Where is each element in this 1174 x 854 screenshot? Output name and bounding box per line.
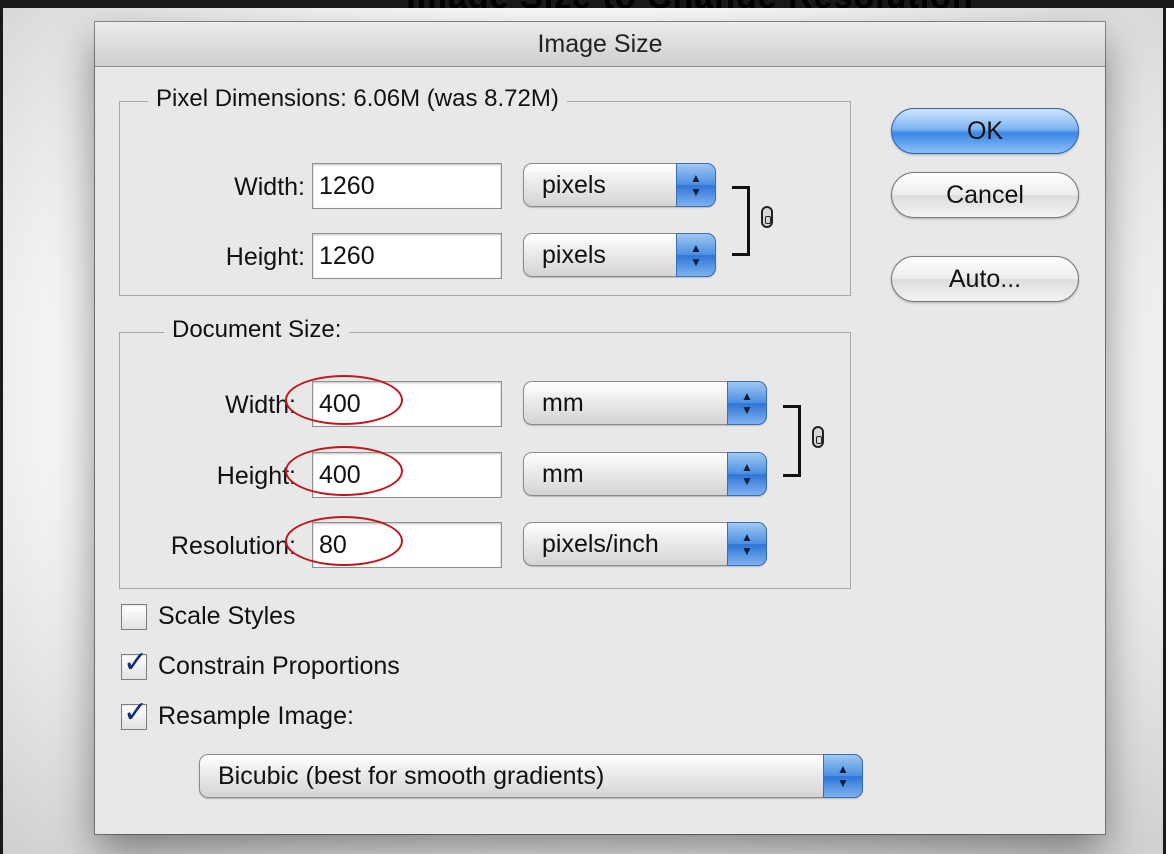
- popup-arrows-icon: ▲ ▼: [823, 754, 863, 798]
- document-link-bracket: [783, 405, 801, 477]
- popup-arrows-icon: ▲ ▼: [727, 522, 767, 566]
- scale-styles-checkbox[interactable]: [121, 604, 147, 630]
- pixel-height-unit-select[interactable]: pixels ▲ ▼: [523, 233, 716, 277]
- link-icon: [761, 206, 773, 228]
- pixel-width-label: Width:: [234, 173, 305, 201]
- document-resolution-unit-select[interactable]: pixels/inch ▲ ▼: [523, 522, 767, 566]
- document-size-legend: Document Size:: [164, 316, 350, 344]
- document-width-label: Width:: [225, 391, 296, 419]
- document-height-unit-select[interactable]: mm ▲ ▼: [523, 452, 767, 496]
- document-resolution-label: Resolution:: [170, 532, 296, 560]
- annotation-ellipse-width: [285, 375, 403, 425]
- checkmark-icon: ✓: [123, 646, 149, 679]
- document-width-unit-value: mm: [542, 389, 584, 417]
- popup-arrows-icon: ▲ ▼: [676, 163, 716, 207]
- document-size-group: Document Size: Width: 400 mm ▲ ▼ Height: …: [119, 316, 851, 589]
- pixel-height-unit-value: pixels: [542, 241, 606, 269]
- pixel-link-bracket: [732, 186, 750, 256]
- resample-method-value: Bicubic (best for smooth gradients): [218, 762, 605, 790]
- popup-arrows-icon: ▲ ▼: [727, 452, 767, 496]
- document-height-label: Height:: [216, 462, 296, 490]
- pixel-width-input[interactable]: 1260: [312, 163, 502, 209]
- cancel-button[interactable]: Cancel: [891, 172, 1079, 218]
- pixel-width-unit-select[interactable]: pixels ▲ ▼: [523, 163, 716, 207]
- pixel-height-label: Height:: [225, 243, 305, 271]
- resample-method-select[interactable]: Bicubic (best for smooth gradients) ▲ ▼: [199, 754, 863, 798]
- resample-image-checkbox[interactable]: ✓: [121, 696, 148, 730]
- popup-arrows-icon: ▲ ▼: [727, 381, 767, 425]
- screenshot-frame: Image Size Pixel Dimensions: 6.06M (was …: [0, 8, 1166, 854]
- image-size-dialog: Image Size Pixel Dimensions: 6.06M (was …: [95, 22, 1105, 834]
- dialog-title: Image Size: [95, 22, 1105, 67]
- checkmark-icon: ✓: [123, 696, 149, 729]
- popup-arrows-icon: ▲ ▼: [676, 233, 716, 277]
- pixel-dimensions-legend: Pixel Dimensions: 6.06M (was 8.72M): [148, 85, 567, 113]
- link-icon: [812, 426, 824, 448]
- document-width-unit-select[interactable]: mm ▲ ▼: [523, 381, 767, 425]
- annotation-ellipse-resolution: [285, 516, 403, 566]
- ok-button[interactable]: OK: [891, 108, 1079, 154]
- constrain-proportions-label[interactable]: Constrain Proportions: [158, 652, 400, 681]
- constrain-proportions-checkbox[interactable]: ✓: [121, 646, 148, 680]
- annotation-ellipse-height: [285, 446, 403, 496]
- resample-image-label[interactable]: Resample Image:: [158, 702, 354, 731]
- pixel-height-input[interactable]: 1260: [312, 233, 502, 279]
- auto-button[interactable]: Auto...: [891, 256, 1079, 302]
- page-top-title: Image Size to Change Resolution: [370, 0, 1010, 8]
- pixel-dimensions-group: Pixel Dimensions: 6.06M (was 8.72M) Widt…: [119, 85, 851, 296]
- scale-styles-label[interactable]: Scale Styles: [158, 602, 296, 631]
- document-resolution-unit-value: pixels/inch: [542, 530, 659, 558]
- document-height-unit-value: mm: [542, 460, 584, 488]
- pixel-width-unit-value: pixels: [542, 171, 606, 199]
